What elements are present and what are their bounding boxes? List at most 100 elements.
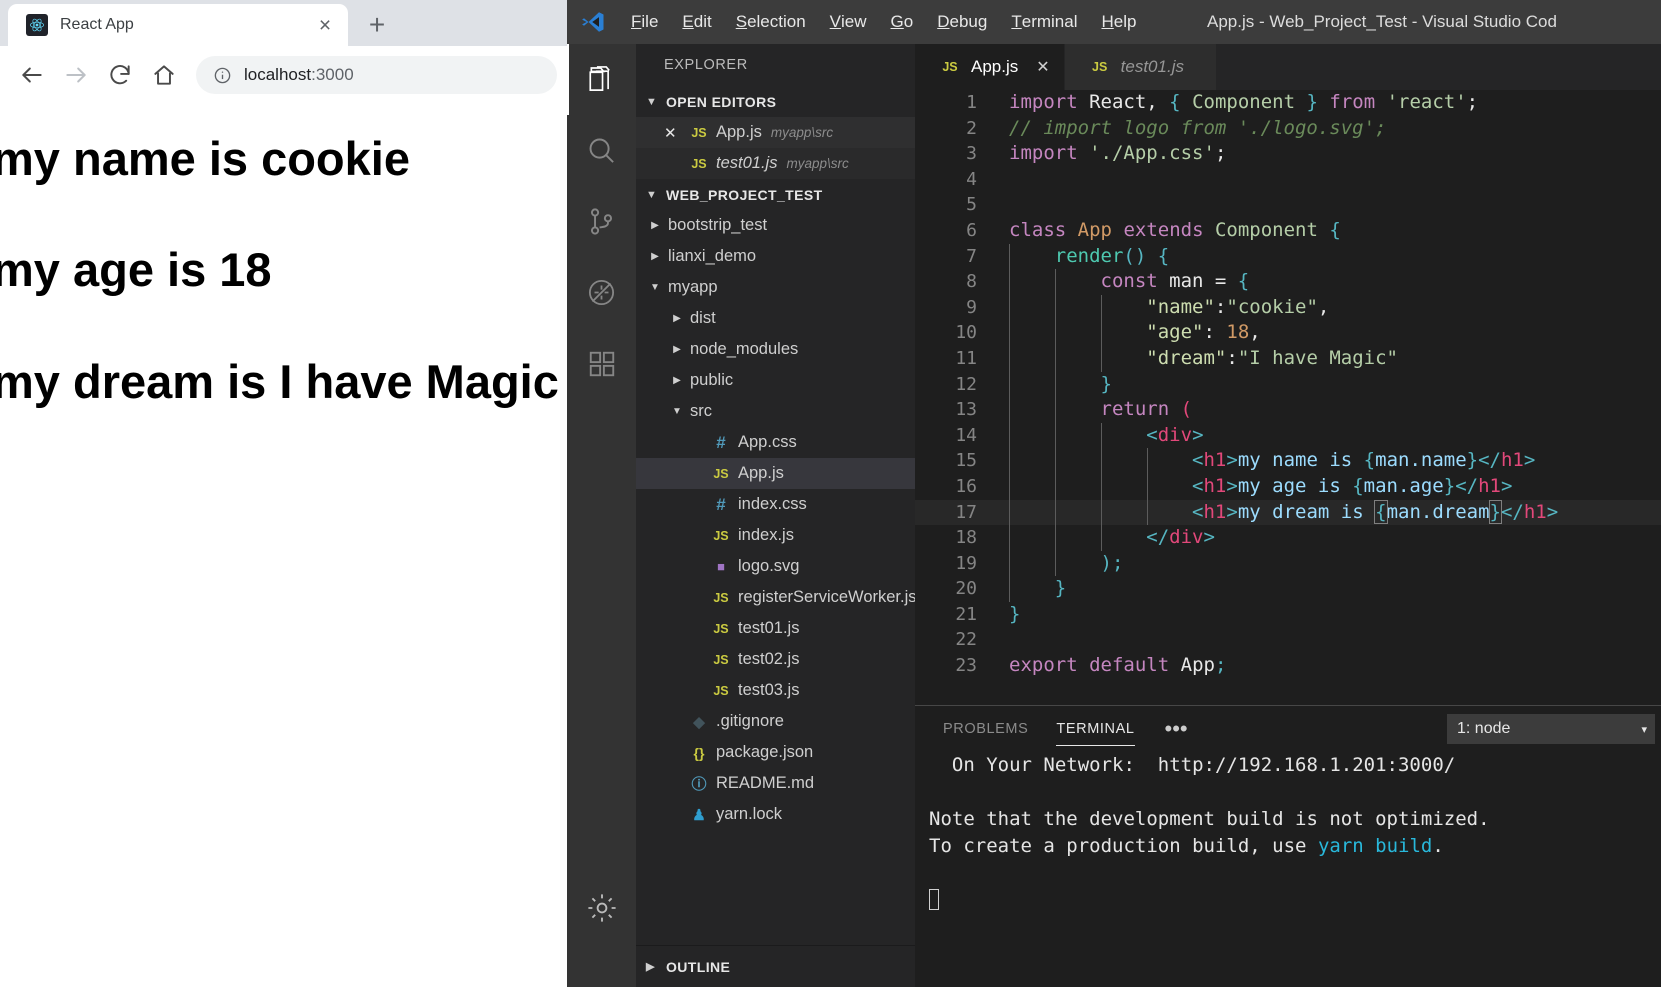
tree-item-node-modules[interactable]: ▶ node_modules (636, 334, 915, 365)
menu-go[interactable]: Go (879, 0, 926, 44)
menu-terminal[interactable]: Terminal (999, 0, 1089, 44)
panel-more-icon[interactable]: ••• (1149, 706, 1204, 752)
back-icon[interactable] (10, 53, 54, 97)
tree-item-label: node_modules (690, 340, 799, 358)
tree-item--gitignore[interactable]: ◆ .gitignore (636, 706, 915, 737)
tab-strip: React App × + (0, 0, 567, 46)
line-number: 11 (955, 347, 977, 369)
chevron-right-icon: ▶ (651, 251, 659, 262)
forward-icon[interactable] (54, 53, 98, 97)
source-control-icon[interactable] (567, 186, 636, 257)
tree-item-index-js[interactable]: JS index.js (636, 520, 915, 551)
tree-item-label: public (690, 371, 734, 389)
home-icon[interactable] (142, 53, 186, 97)
menu-view[interactable]: View (818, 0, 879, 44)
open-editor-app-js[interactable]: ✕ JS App.js myapp\src (636, 117, 915, 148)
tree-item-label: test01.js (738, 619, 800, 637)
open-editor-name: test01.js (716, 154, 778, 172)
tree-item-test03-js[interactable]: JS test03.js (636, 675, 915, 706)
code-line: 9 "name":"cookie", (915, 294, 1661, 321)
terminal-cursor (929, 889, 939, 910)
tree-item-label: README.md (716, 774, 815, 792)
line-number: 8 (966, 271, 977, 293)
code-editor[interactable]: 1 import React, { Component } from 'react… (915, 90, 1661, 749)
extensions-icon[interactable] (567, 328, 636, 399)
tree-item-label: index.css (738, 495, 807, 513)
tree-item-label: package.json (716, 743, 814, 761)
open-editor-test01-js[interactable]: JS test01.js myapp\src (636, 148, 915, 179)
menu-selection[interactable]: Selection (724, 0, 818, 44)
code-line-text: "age": 18, (993, 320, 1261, 346)
screen: React App × + localhost:3000 my name is… (0, 0, 1661, 987)
tree-item-myapp[interactable]: ▼ myapp (636, 272, 915, 303)
tree-item-package-json[interactable]: {} package.json (636, 737, 915, 768)
debug-no-icon[interactable] (567, 257, 636, 328)
page-heading-dream: my dream is I have Magic (0, 354, 559, 408)
line-number: 18 (955, 527, 977, 549)
section-outline-label: OUTLINE (666, 958, 731, 975)
address-bar[interactable]: localhost:3000 (196, 56, 557, 94)
new-tab-button[interactable]: + (360, 8, 394, 42)
close-icon[interactable]: × (312, 12, 338, 38)
code-line: 13 return ( (915, 397, 1661, 423)
tree-item-lianxi-demo[interactable]: ▶ lianxi_demo (636, 241, 915, 272)
explorer-files-icon[interactable] (567, 44, 636, 115)
menu-help[interactable]: Help (1089, 0, 1148, 44)
line-number: 17 (955, 501, 977, 523)
tree-item-bootstrip-test[interactable]: ▶ bootstrip_test (636, 210, 915, 241)
menu-edit[interactable]: Edit (670, 0, 723, 44)
editor-tab-test01-js[interactable]: JS test01.js (1064, 44, 1217, 90)
terminal-cursor-line (929, 887, 1661, 914)
code-line-text: <h1>my dream is {man.dream}</h1> (993, 499, 1558, 526)
css-file-icon: # (716, 494, 726, 514)
terminal-text-suffix: . (1432, 835, 1444, 857)
terminal-text: To create a production build, use (929, 835, 1318, 857)
menu-file[interactable]: File (619, 0, 670, 44)
tree-item-yarn-lock[interactable]: ♟ yarn.lock (636, 799, 915, 830)
code-line: 15 <h1>my name is {man.name}</h1> (915, 448, 1661, 474)
tree-item-app-js[interactable]: JS App.js (636, 458, 915, 489)
close-icon[interactable]: ✕ (1036, 57, 1049, 77)
window-title: App.js - Web_Project_Test - Visual Studi… (1207, 12, 1557, 31)
line-number: 13 (955, 399, 977, 421)
search-icon[interactable] (567, 115, 636, 186)
gear-icon[interactable] (567, 873, 636, 943)
section-open-editors[interactable]: ▼ OPEN EDITORS (636, 86, 915, 117)
panel-tab-problems[interactable]: PROBLEMS (929, 706, 1042, 752)
panel-tab-terminal[interactable]: TERMINAL (1042, 706, 1148, 752)
tree-item-label: yarn.lock (716, 805, 783, 823)
section-project-root[interactable]: ▼ WEB_PROJECT_TEST (636, 179, 915, 210)
browser-window: React App × + localhost:3000 my name is… (0, 0, 567, 987)
code-line-text: <h1>my age is {man.age}</h1> (993, 473, 1512, 500)
code-line-text: const man = { (993, 269, 1249, 295)
line-number: 2 (966, 117, 977, 139)
browser-tab-react-app[interactable]: React App × (8, 4, 348, 46)
tree-item-test02-js[interactable]: JS test02.js (636, 644, 915, 675)
chevron-down-icon: ▼ (672, 406, 682, 417)
tree-item-app-css[interactable]: # App.css (636, 427, 915, 458)
editor-tab-app-js[interactable]: JS App.js ✕ (915, 44, 1065, 90)
terminal-selector-dropdown[interactable]: 1: node ▾ (1447, 714, 1655, 744)
line-number: 23 (955, 655, 977, 677)
tree-item-logo-svg[interactable]: ■ logo.svg (636, 551, 915, 582)
close-icon[interactable]: ✕ (664, 124, 686, 142)
section-outline[interactable]: ▶ OUTLINE (636, 945, 915, 987)
tree-item-readme-md[interactable]: ⓘ README.md (636, 768, 915, 799)
terminal-output[interactable]: On Your Network: http://192.168.1.201:30… (915, 752, 1661, 987)
code-line: 3 import './App.css'; (915, 141, 1661, 167)
tree-item-registerserviceworker-js[interactable]: JS registerServiceWorker.js (636, 582, 916, 613)
panel-header: PROBLEMS TERMINAL ••• 1: node ▾ (915, 706, 1661, 752)
tree-item-src[interactable]: ▼ src (636, 396, 915, 427)
tree-item-dist[interactable]: ▶ dist (636, 303, 915, 334)
reload-icon[interactable] (98, 53, 142, 97)
yarn-file-icon: ♟ (692, 806, 706, 824)
tree-item-test01-js[interactable]: JS test01.js (636, 613, 915, 644)
terminal-command-link[interactable]: yarn build (1318, 835, 1432, 857)
tree-item-public[interactable]: ▶ public (636, 365, 915, 396)
json-file-icon: {} (693, 744, 705, 761)
chevron-down-icon: ▼ (646, 95, 658, 108)
menu-debug[interactable]: Debug (925, 0, 999, 44)
site-info-icon[interactable] (212, 65, 232, 85)
line-number: 6 (966, 219, 977, 241)
tree-item-index-css[interactable]: # index.css (636, 489, 915, 520)
